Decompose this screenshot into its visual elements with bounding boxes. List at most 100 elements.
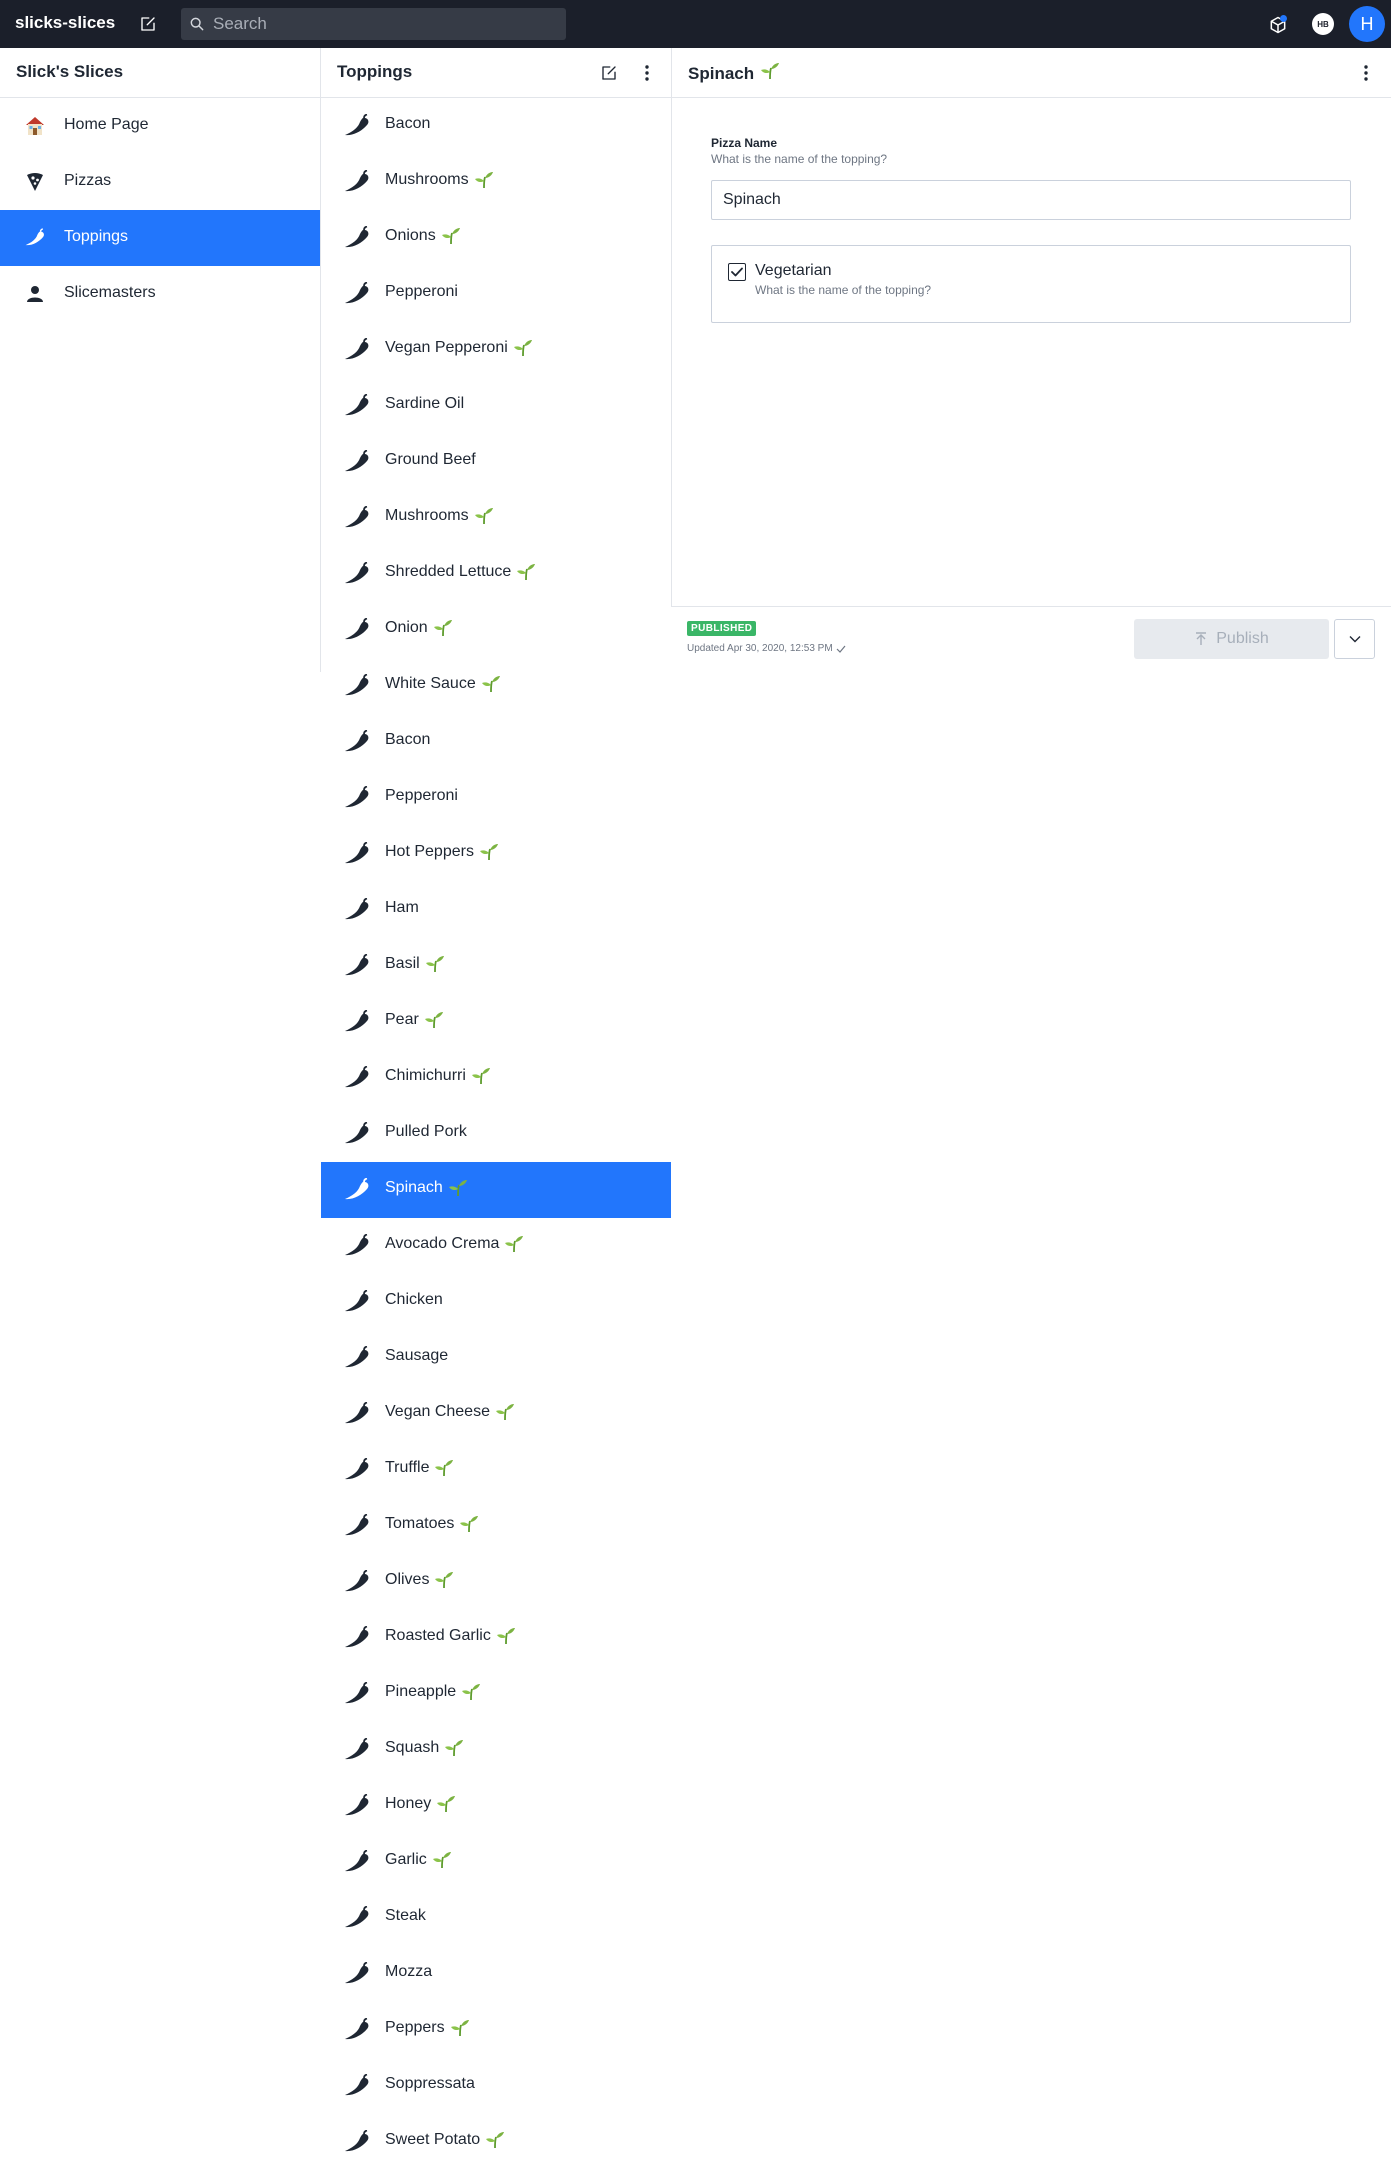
package-icon[interactable] (1262, 0, 1294, 48)
topping-name: Ground Beef (385, 451, 476, 469)
sprout-icon (425, 955, 445, 973)
sprout-icon (474, 171, 494, 189)
topping-list-item[interactable]: Chicken (321, 1274, 671, 1330)
topping-list-item[interactable]: Bacon (321, 714, 671, 770)
editor-menu-icon[interactable] (1354, 61, 1378, 85)
sprout-icon (481, 675, 501, 693)
topping-name-text: Ham (385, 899, 419, 916)
pepper-icon (343, 225, 371, 250)
topping-name-text: Honey (385, 1795, 432, 1812)
pepper-icon (343, 1401, 371, 1426)
topping-list-item[interactable]: White Sauce (321, 658, 671, 714)
topping-name: Pineapple (385, 1683, 481, 1701)
topping-name: Roasted Garlic (385, 1627, 516, 1645)
topping-list-item[interactable]: Spinach (321, 1162, 671, 1218)
topping-name-text: Vegan Cheese (385, 1403, 490, 1420)
pane-divider (671, 48, 672, 672)
topping-list-item[interactable]: Roasted Garlic (321, 1610, 671, 1666)
topping-list-item[interactable]: Pineapple (321, 1666, 671, 1722)
topping-list-item[interactable]: Onion (321, 602, 671, 658)
nav-item-slicemasters[interactable]: Slicemasters (0, 266, 320, 322)
toppings-menu-icon[interactable] (635, 61, 659, 85)
topping-list-item[interactable]: Sweet Potato (321, 2114, 671, 2170)
search-box[interactable] (181, 8, 566, 40)
topping-list-item[interactable]: Steak (321, 1890, 671, 1946)
vegetarian-description: What is the name of the topping? (755, 283, 932, 297)
topping-list-item[interactable]: Honey (321, 1778, 671, 1834)
topping-list-item[interactable]: Mushrooms (321, 154, 671, 210)
editor-title: Spinach (688, 62, 780, 85)
topping-list-item[interactable]: Pear (321, 994, 671, 1050)
pepper-icon (343, 1793, 371, 1818)
nav-item-label: Home Page (64, 116, 149, 133)
topping-list-item[interactable]: Bacon (321, 98, 671, 154)
topping-list-item[interactable]: Soppressata (321, 2058, 671, 2114)
topping-list-item[interactable]: Chimichurri (321, 1050, 671, 1106)
topping-list-item[interactable]: Basil (321, 938, 671, 994)
topping-list-item[interactable]: Sausage (321, 1330, 671, 1386)
topping-name: Mushrooms (385, 507, 494, 525)
nav-item-toppings[interactable]: Toppings (0, 210, 320, 266)
sprout-icon (424, 1011, 444, 1029)
vegetarian-checkbox[interactable] (728, 263, 746, 281)
nav-item-home-page[interactable]: Home Page (0, 98, 320, 154)
create-document-icon[interactable] (597, 61, 621, 85)
topping-list-item[interactable]: Ground Beef (321, 434, 671, 490)
topping-list-item[interactable]: Garlic (321, 1834, 671, 1890)
user-avatar[interactable]: H (1348, 0, 1386, 48)
topping-list-item[interactable]: Mushrooms (321, 490, 671, 546)
pepper-icon (343, 561, 371, 586)
topping-name-text: Shredded Lettuce (385, 563, 512, 580)
sprout-icon (479, 843, 499, 861)
more-actions-button[interactable] (1334, 619, 1375, 659)
publish-button[interactable]: Publish (1134, 619, 1329, 659)
pepper-icon (343, 2073, 371, 2098)
topping-list-item[interactable]: Pulled Pork (321, 1106, 671, 1162)
topping-list-item[interactable]: Tomatoes (321, 1498, 671, 1554)
topping-list-item[interactable]: Onions (321, 210, 671, 266)
nav-item-label: Pizzas (64, 172, 112, 189)
topping-name: Bacon (385, 731, 430, 749)
small-avatar[interactable]: HB (1306, 0, 1340, 48)
topping-list-item[interactable]: Sardine Oil (321, 378, 671, 434)
sprout-icon (459, 1515, 479, 1533)
nav-item-pizzas[interactable]: Pizzas (0, 154, 320, 210)
topping-name: Truffle (385, 1459, 454, 1477)
topping-list-item[interactable]: Pepperoni (321, 266, 671, 322)
topping-list-item[interactable]: Truffle (321, 1442, 671, 1498)
topping-name-text: Chimichurri (385, 1067, 466, 1084)
pepper-icon (343, 617, 371, 642)
topping-list-item[interactable]: Olives (321, 1554, 671, 1610)
pepper-icon (343, 1961, 371, 1986)
topping-list-item[interactable]: Ham (321, 882, 671, 938)
sprout-icon (760, 62, 780, 85)
topping-list-item[interactable]: Mozza (321, 1946, 671, 2002)
chevron-down-icon (1349, 636, 1360, 643)
sprout-icon (461, 1683, 481, 1701)
topping-list-item[interactable]: Shredded Lettuce (321, 546, 671, 602)
pepper-icon (343, 1177, 371, 1202)
topping-list-item[interactable]: Avocado Crema (321, 1218, 671, 1274)
topping-name-text: Garlic (385, 1851, 427, 1868)
topping-name-text: Mushrooms (385, 171, 469, 188)
topping-name-text: Bacon (385, 115, 431, 132)
topping-name-text: Steak (385, 1907, 426, 1924)
topping-list-item[interactable]: Squash (321, 1722, 671, 1778)
pepper-icon (343, 1457, 371, 1482)
topping-name-text: Olives (385, 1571, 430, 1588)
check-icon (836, 645, 846, 653)
topping-list-item[interactable]: Vegan Pepperoni (321, 322, 671, 378)
search-input[interactable] (213, 8, 558, 40)
project-title[interactable]: slicks-slices (15, 13, 115, 33)
topping-name: Garlic (385, 1851, 452, 1869)
topping-list-item[interactable]: Hot Peppers (321, 826, 671, 882)
topping-name: Tomatoes (385, 1515, 479, 1533)
compose-icon[interactable] (136, 12, 160, 36)
nav-item-label: Toppings (64, 228, 129, 245)
topping-name: Basil (385, 955, 445, 973)
topping-list-item[interactable]: Vegan Cheese (321, 1386, 671, 1442)
topping-list-item[interactable]: Pepperoni (321, 770, 671, 826)
topping-list-item[interactable]: Peppers (321, 2002, 671, 2058)
pizza-name-input[interactable] (711, 180, 1351, 220)
pepper-icon (343, 505, 371, 530)
